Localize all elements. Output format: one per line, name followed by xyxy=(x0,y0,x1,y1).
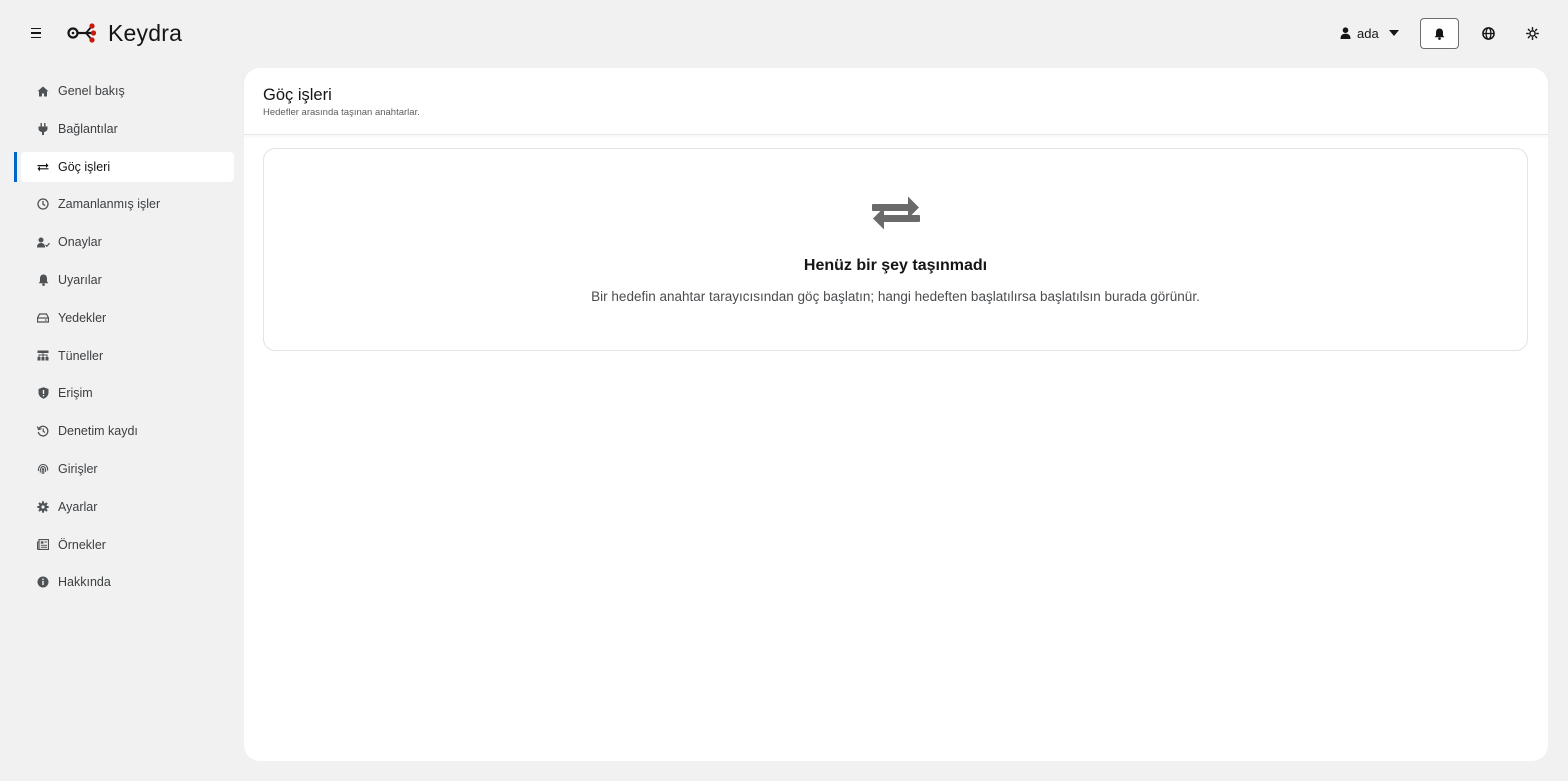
sidebar-item-label: Örnekler xyxy=(58,537,106,552)
empty-state-body: Bir hedefin anahtar tarayıcısından göç b… xyxy=(591,289,1200,304)
sidebar-item-denetim-kaydi[interactable]: Denetim kaydı xyxy=(14,416,234,446)
user-name: ada xyxy=(1357,25,1379,41)
fingerprint-icon xyxy=(36,462,50,476)
clock-icon xyxy=(36,197,50,211)
sidebar-item-label: Yedekler xyxy=(58,310,107,325)
exchange-icon xyxy=(871,196,920,230)
keydra-logo-icon xyxy=(67,23,97,43)
sidebar-item-label: Ayarlar xyxy=(58,499,98,514)
bell-icon xyxy=(1434,28,1445,40)
page-title: Göç işleri xyxy=(263,86,332,104)
sidebar-item-ornekler[interactable]: Örnekler xyxy=(14,530,234,560)
exchange-icon xyxy=(36,160,50,174)
info-icon xyxy=(36,575,50,589)
empty-state-card: Henüz bir şey taşınmadı Bir hedefin anah… xyxy=(263,148,1528,351)
notifications-button[interactable] xyxy=(1420,18,1459,49)
history-icon xyxy=(36,424,50,438)
theme-toggle-button[interactable] xyxy=(1521,22,1543,44)
language-button[interactable] xyxy=(1477,22,1499,44)
network-icon xyxy=(36,349,50,363)
shield-icon xyxy=(36,386,50,400)
sidebar-item-label: Denetim kaydı xyxy=(58,424,138,439)
sidebar-item-goc-isleri[interactable]: Göç işleri xyxy=(14,151,234,182)
sidebar-item-baglantilar[interactable]: Bağlantılar xyxy=(14,114,234,144)
brand-logo[interactable]: Keydra xyxy=(66,18,182,48)
page-header: Göç işleri Hedefler arasında taşınan ana… xyxy=(244,68,1548,135)
sidebar-item-label: Genel bakış xyxy=(58,84,125,98)
sidebar-item-zamanlanmis-isler[interactable]: Zamanlanmış işler xyxy=(14,189,234,219)
sidebar-item-uyarilar[interactable]: Uyarılar xyxy=(14,265,234,295)
sidebar-item-label: Erişim xyxy=(58,386,93,401)
sidebar-item-label: Hakkında xyxy=(58,575,111,590)
sun-icon xyxy=(1525,26,1539,40)
sidebar-item-label: Zamanlanmış işler xyxy=(58,197,161,212)
main-content: Göç işleri Hedefler arasında taşınan ana… xyxy=(244,68,1548,761)
newspaper-icon xyxy=(36,538,50,552)
user-menu-toggle[interactable]: ada xyxy=(1340,22,1399,44)
sidebar-item-hakkinda[interactable]: Hakkında xyxy=(14,567,234,597)
sidebar-item-tuneller[interactable]: Tüneller xyxy=(14,341,234,371)
sidebar-item-genel-bakis[interactable]: Genel bakış xyxy=(14,76,234,106)
sidebar-item-label: Girişler xyxy=(58,461,98,476)
sidebar-item-label: Bağlantılar xyxy=(58,121,118,136)
home-icon xyxy=(36,84,50,98)
bell-icon xyxy=(36,273,50,287)
user-check-icon xyxy=(36,235,50,249)
brand-name: Keydra xyxy=(108,19,183,46)
sidebar-item-label: Tüneller xyxy=(58,348,104,363)
caret-down-icon xyxy=(1388,30,1399,36)
empty-state-title: Henüz bir şey taşınmadı xyxy=(803,257,988,274)
user-icon xyxy=(1340,27,1351,39)
sidebar-item-label: Uyarılar xyxy=(58,272,102,287)
sidebar-item-label: Onaylar xyxy=(58,235,102,250)
sidebar-item-girisler[interactable]: Girişler xyxy=(14,454,234,484)
page-subtitle: Hedefler arasında taşınan anahtarlar. xyxy=(263,107,420,118)
gear-icon xyxy=(36,500,50,514)
hard-drive-icon xyxy=(36,311,50,325)
sidebar-item-onaylar[interactable]: Onaylar xyxy=(14,227,234,257)
sidebar-nav: Genel bakış Bağlantılar Göç işleri Zaman… xyxy=(14,76,234,605)
plug-icon xyxy=(36,122,50,136)
sidebar-item-yedekler[interactable]: Yedekler xyxy=(14,303,234,333)
hamburger-menu-icon[interactable] xyxy=(27,24,45,42)
masthead: Keydra ada xyxy=(0,0,1568,67)
sidebar-item-ayarlar[interactable]: Ayarlar xyxy=(14,492,234,522)
sidebar-item-label: Göç işleri xyxy=(58,159,111,174)
globe-icon xyxy=(1481,26,1495,40)
sidebar-item-erisim[interactable]: Erişim xyxy=(14,378,234,408)
